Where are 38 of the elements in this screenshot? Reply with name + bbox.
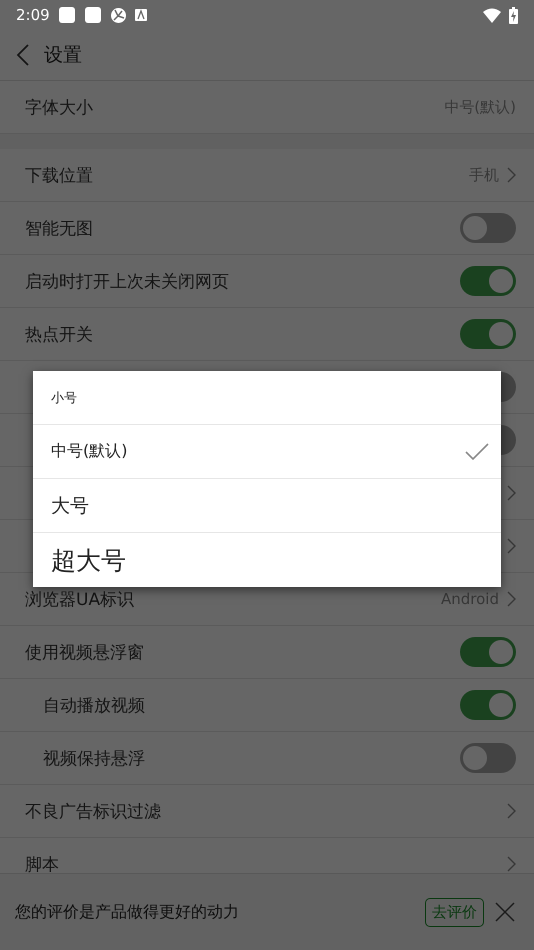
setting-label: 启动时打开上次未关闭网页 [25, 270, 230, 292]
chevron-icon [507, 591, 516, 607]
setting-label: 使用视频悬浮窗 [25, 642, 145, 664]
chevron-icon [507, 485, 516, 501]
setting-label: 浏览器UA标识 [25, 588, 136, 610]
font-size-option[interactable]: 小号 [33, 371, 501, 425]
aperture-icon [110, 6, 127, 24]
notification-icon [58, 6, 76, 24]
toggle-switch[interactable] [460, 319, 516, 349]
chevron-icon [507, 538, 516, 554]
page-title: 设置 [44, 43, 82, 68]
toggle-switch[interactable] [460, 690, 516, 720]
back-icon[interactable] [16, 44, 30, 66]
setting-label: 热点开关 [25, 324, 94, 346]
notification-icon [84, 6, 102, 24]
setting-label: 脚本 [25, 854, 60, 873]
battery-icon [509, 6, 518, 24]
toggle-switch[interactable] [460, 213, 516, 243]
setting-label: 自动播放视频 [43, 694, 146, 716]
toggle-switch[interactable] [460, 637, 516, 667]
setting-label: 不良广告标识过滤 [25, 800, 162, 822]
wifi-icon [483, 8, 501, 22]
chevron-icon [507, 856, 516, 872]
chevron-icon [507, 167, 516, 183]
toggle-switch[interactable] [460, 743, 516, 773]
setting-label: 视频保持悬浮 [43, 748, 146, 770]
keyboard-icon [134, 9, 147, 21]
font-size-option[interactable]: 中号(默认) [33, 425, 501, 479]
toggle-switch[interactable] [460, 266, 516, 296]
close-icon[interactable] [494, 901, 516, 923]
status-time: 2:09 [16, 6, 50, 24]
setting-label: 下载位置 [25, 164, 94, 186]
font-size-option[interactable]: 大号 [33, 479, 501, 533]
setting-label: 字体大小 [25, 96, 94, 118]
setting-label: 智能无图 [25, 218, 94, 240]
chevron-icon [507, 803, 516, 819]
font-size-option[interactable]: 超大号 [33, 533, 501, 587]
rating-prompt: 您的评价是产品做得更好的动力 [15, 902, 240, 922]
